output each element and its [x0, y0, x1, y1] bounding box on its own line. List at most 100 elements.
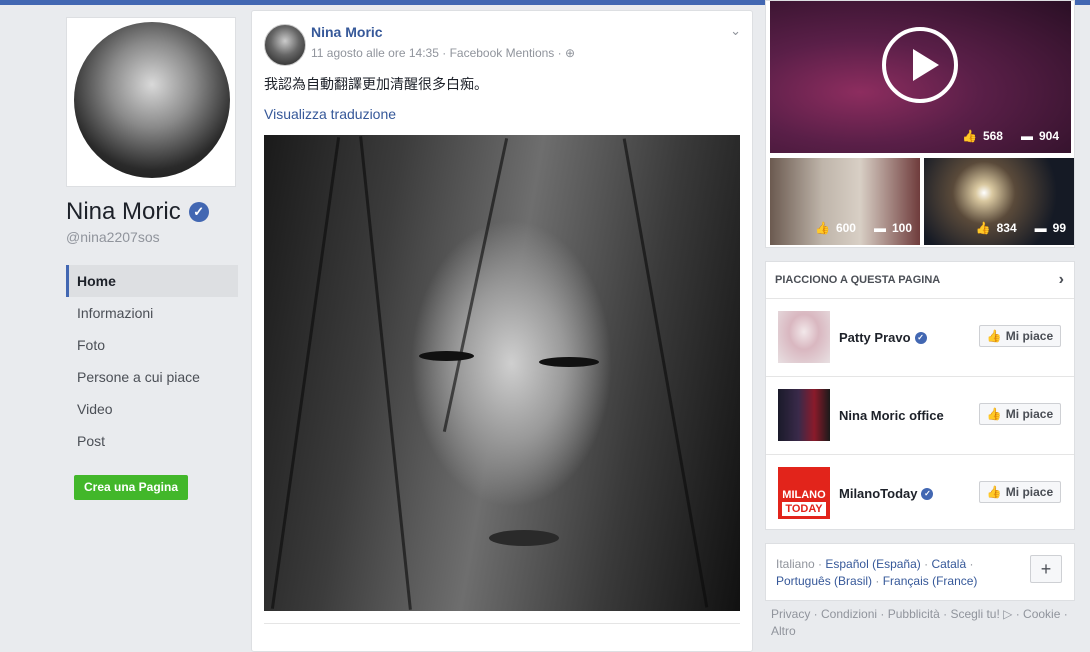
thumbs-up-icon: 👍 [814, 221, 830, 235]
comments-value: 99 [1052, 221, 1066, 235]
comments-count: ▬ 904 [1021, 129, 1059, 143]
liked-page-row: MILANO TODAY MilanoToday ✓ 👍 Mi piace [766, 455, 1074, 532]
post-meta: 11 agosto alle ore 14:35 · Facebook Ment… [311, 46, 575, 60]
comment-icon: ▬ [873, 221, 886, 235]
video-thumbnail[interactable]: 👍 600 ▬ 100 [770, 158, 920, 245]
footer-link[interactable]: Pubblicità [888, 607, 940, 621]
photo-detail [419, 351, 474, 361]
likes-value: 568 [982, 129, 1003, 143]
profile-picture-frame[interactable] [66, 17, 236, 187]
video-thumbnail[interactable]: 👍 834 ▬ 99 [924, 158, 1074, 245]
liked-pages-header[interactable]: PIACCIONO A QUESTA PAGINA › [766, 262, 1074, 299]
chevron-down-icon[interactable]: ⌄ [730, 23, 741, 39]
page-thumbnail[interactable] [778, 389, 830, 441]
comments-count: ▬ 99 [1035, 221, 1066, 235]
post-source[interactable]: Facebook Mentions [450, 46, 555, 60]
thumbs-up-icon: 👍 [986, 407, 1002, 421]
comments-value: 904 [1038, 129, 1059, 143]
see-translation-link[interactable]: Visualizza traduzione [264, 106, 396, 122]
thumbs-up-icon: 👍 [986, 485, 1002, 499]
page-name[interactable]: MilanoToday [839, 455, 917, 532]
photo-detail [270, 137, 341, 609]
photo-detail [622, 138, 709, 608]
meta-separator: · [557, 46, 565, 60]
adchoices-icon: ▷ [1003, 607, 1013, 621]
language-link[interactable]: Português (Brasil) [776, 574, 872, 588]
language-link[interactable]: Español (España) [825, 557, 920, 571]
like-button-label: Mi piace [1005, 329, 1054, 343]
liked-page-row: Patty Pravo ✓ 👍 Mi piace [766, 299, 1074, 377]
post-card: Nina Moric 11 agosto alle ore 14:35 · Fa… [251, 10, 753, 652]
nav-item-posts[interactable]: Post [66, 425, 238, 457]
footer-link[interactable]: Condizioni [821, 607, 877, 621]
post-author-avatar[interactable] [264, 24, 306, 66]
likes-value: 600 [835, 221, 856, 235]
add-language-button[interactable]: + [1030, 555, 1062, 583]
post-photo[interactable] [264, 135, 740, 611]
footer-link[interactable]: Altro [771, 624, 796, 638]
video-stats: 👍 568 ▬ 904 [962, 129, 1059, 143]
play-icon[interactable] [882, 27, 958, 103]
likes-count: 👍 568 [962, 129, 1003, 143]
profile-picture[interactable] [74, 22, 230, 178]
photo-detail [359, 136, 412, 610]
footer-link[interactable]: Scegli tu! [950, 607, 999, 621]
liked-page-row: Nina Moric office 👍 Mi piace [766, 377, 1074, 455]
chevron-right-icon[interactable]: › [1059, 262, 1064, 298]
current-language: Italiano [776, 557, 815, 571]
photo-detail [489, 530, 559, 546]
verified-badge-icon: ✓ [921, 487, 934, 500]
language-link[interactable]: Français (France) [883, 574, 978, 588]
meta-separator: · [442, 46, 450, 60]
comment-icon: ▬ [1020, 129, 1033, 143]
page-thumbnail[interactable] [778, 311, 830, 363]
post-author-name[interactable]: Nina Moric [311, 24, 383, 40]
likes-count: 👍 834 [976, 221, 1017, 235]
language-list: Italiano · Español (España) · Català · P… [776, 557, 978, 588]
likes-count: 👍 600 [815, 221, 856, 235]
main-video[interactable]: 👍 568 ▬ 904 [770, 1, 1071, 153]
page-name-link[interactable]: MilanoToday ✓ [839, 455, 934, 532]
videos-card: 👍 568 ▬ 904 👍 600 ▬ 100 👍 834 ▬ 99 [765, 0, 1075, 248]
thumbs-up-icon: 👍 [961, 129, 977, 143]
nav-item-info[interactable]: Informazioni [66, 297, 238, 329]
page-name-text[interactable]: Nina Moric [66, 198, 181, 226]
create-page-button[interactable]: Crea una Pagina [74, 475, 188, 500]
video-stats: 👍 834 ▬ 99 [976, 221, 1066, 235]
language-link[interactable]: Català [931, 557, 966, 571]
like-button[interactable]: 👍 Mi piace [979, 325, 1061, 347]
verified-badge-icon: ✓ [188, 202, 209, 222]
logo-text: MILANO [782, 489, 826, 501]
likes-value: 834 [996, 221, 1017, 235]
thumbs-up-icon: 👍 [975, 221, 991, 235]
left-navigation: Home Informazioni Foto Persone a cui pia… [66, 265, 238, 457]
page-handle[interactable]: @nina2207sos [66, 229, 160, 245]
globe-icon: ⊕ [564, 46, 576, 60]
like-button[interactable]: 👍 Mi piace [979, 403, 1061, 425]
photo-detail [539, 357, 599, 367]
nav-item-home[interactable]: Home [66, 265, 238, 297]
like-button[interactable]: 👍 Mi piace [979, 481, 1061, 503]
like-button-label: Mi piace [1005, 485, 1054, 499]
page-title[interactable]: Nina Moric ✓ [66, 198, 209, 226]
comment-icon: ▬ [1034, 221, 1047, 235]
page-name[interactable]: Nina Moric office [839, 377, 944, 454]
verified-badge-icon: ✓ [914, 331, 927, 344]
post-date[interactable]: 11 agosto alle ore 14:35 [311, 46, 439, 60]
logo-text: TODAY [782, 502, 826, 516]
post-text: 我認為自動翻譯更加清醒很多白痴。 [264, 76, 488, 92]
nav-item-likes[interactable]: Persone a cui piace [66, 361, 238, 393]
milanotoday-logo[interactable]: MILANO TODAY [778, 467, 830, 519]
footer-link[interactable]: Privacy [771, 607, 810, 621]
comments-count: ▬ 100 [874, 221, 912, 235]
footer-link[interactable]: Cookie [1023, 607, 1060, 621]
page-name-link[interactable]: Nina Moric office [839, 377, 944, 454]
nav-item-videos[interactable]: Video [66, 393, 238, 425]
divider [264, 623, 740, 624]
liked-pages-title[interactable]: PIACCIONO A QUESTA PAGINA [775, 274, 940, 286]
page-name[interactable]: Patty Pravo [839, 299, 911, 376]
nav-item-photos[interactable]: Foto [66, 329, 238, 361]
photo-detail [442, 137, 509, 433]
page-name-link[interactable]: Patty Pravo ✓ [839, 299, 927, 376]
like-button-label: Mi piace [1005, 407, 1054, 421]
